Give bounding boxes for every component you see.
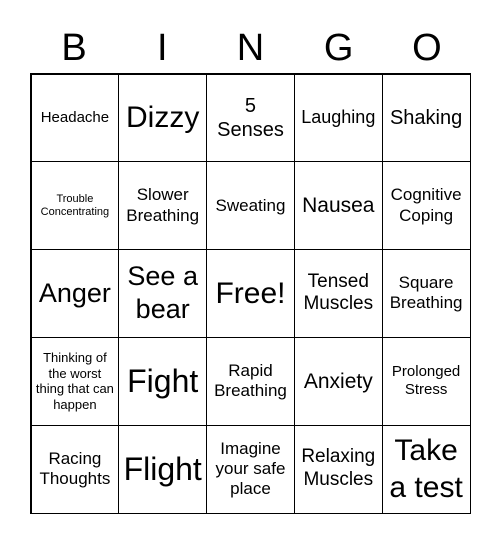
cell-text: Take a test xyxy=(389,433,463,505)
cell-text: Thinking of the worst thing that can hap… xyxy=(35,350,114,412)
bingo-cell[interactable]: Anger xyxy=(30,249,120,338)
bingo-cell[interactable]: Slower Breathing xyxy=(118,161,208,251)
cell-text: Fight xyxy=(127,363,199,400)
bingo-cell[interactable]: Thinking of the worst thing that can hap… xyxy=(30,336,120,426)
bingo-cell[interactable]: Dizzy xyxy=(118,73,208,163)
cell-text: Cognitive Coping xyxy=(390,185,462,225)
cell-text: Trouble Concentrating xyxy=(40,192,110,218)
header-letter: I xyxy=(157,27,168,69)
bingo-cell[interactable]: Imagine your safe place xyxy=(206,424,295,514)
cell-text: Anger xyxy=(38,277,111,308)
bingo-cell[interactable]: Flight xyxy=(118,424,208,514)
cell-text: Shaking xyxy=(389,106,463,129)
cell-text: Dizzy xyxy=(126,101,200,135)
cell-text: Square Breathing xyxy=(389,273,463,313)
cell-text: 5 Senses xyxy=(217,94,284,141)
bingo-cell[interactable]: Cognitive Coping xyxy=(381,161,471,251)
bingo-cell[interactable]: Laughing xyxy=(293,73,383,163)
bingo-cell[interactable]: Take a test xyxy=(381,424,471,514)
bingo-cell[interactable]: Square Breathing xyxy=(381,249,471,338)
cell-text: Headache xyxy=(40,108,110,126)
cell-text: Anxiety xyxy=(303,369,373,393)
bingo-cell[interactable]: Fight xyxy=(118,336,208,426)
cell-text: Imagine your safe place xyxy=(215,438,286,499)
cell-text: Laughing xyxy=(301,107,376,128)
cell-text: Racing Thoughts xyxy=(39,448,111,489)
bingo-cell[interactable]: Rapid Breathing xyxy=(206,336,295,426)
bingo-cell[interactable]: Sweating xyxy=(206,161,295,251)
bingo-cell[interactable]: Headache xyxy=(30,73,120,163)
bingo-header: B I N G O xyxy=(30,22,471,74)
header-letter: N xyxy=(236,27,265,69)
header-letter: O xyxy=(412,27,442,69)
bingo-cell[interactable]: Nausea xyxy=(293,161,383,251)
bingo-cell[interactable]: Trouble Concentrating xyxy=(30,161,120,251)
cell-text: Nausea xyxy=(302,194,375,218)
cell-text: Relaxing Muscles xyxy=(301,446,376,491)
bingo-grid: Headache Dizzy 5 Senses Laughing Shaking Trou… xyxy=(30,73,471,514)
cell-text: Rapid Breathing xyxy=(214,360,287,401)
bingo-cell[interactable]: See a bear xyxy=(118,249,208,338)
bingo-cell[interactable]: Tensed Muscles xyxy=(293,249,383,338)
bingo-cell[interactable]: Racing Thoughts xyxy=(30,424,120,514)
cell-text: Prolonged Stress xyxy=(391,363,461,399)
cell-text: Sweating xyxy=(215,195,286,215)
bingo-cell[interactable]: 5 Senses xyxy=(206,73,295,163)
bingo-cell[interactable]: Free! xyxy=(206,249,295,338)
cell-text: See a bear xyxy=(127,260,198,325)
header-letter: G xyxy=(323,27,354,69)
bingo-cell[interactable]: Relaxing Muscles xyxy=(293,424,383,514)
cell-text: Tensed Muscles xyxy=(303,270,374,315)
bingo-cell[interactable]: Shaking xyxy=(381,73,471,163)
cell-text: Slower Breathing xyxy=(126,185,200,225)
header-letter: B xyxy=(61,27,87,69)
cell-text: Free! xyxy=(215,276,286,310)
cell-text: Flight xyxy=(123,451,202,488)
bingo-cell[interactable]: Prolonged Stress xyxy=(381,336,471,426)
bingo-cell[interactable]: Anxiety xyxy=(293,336,383,426)
